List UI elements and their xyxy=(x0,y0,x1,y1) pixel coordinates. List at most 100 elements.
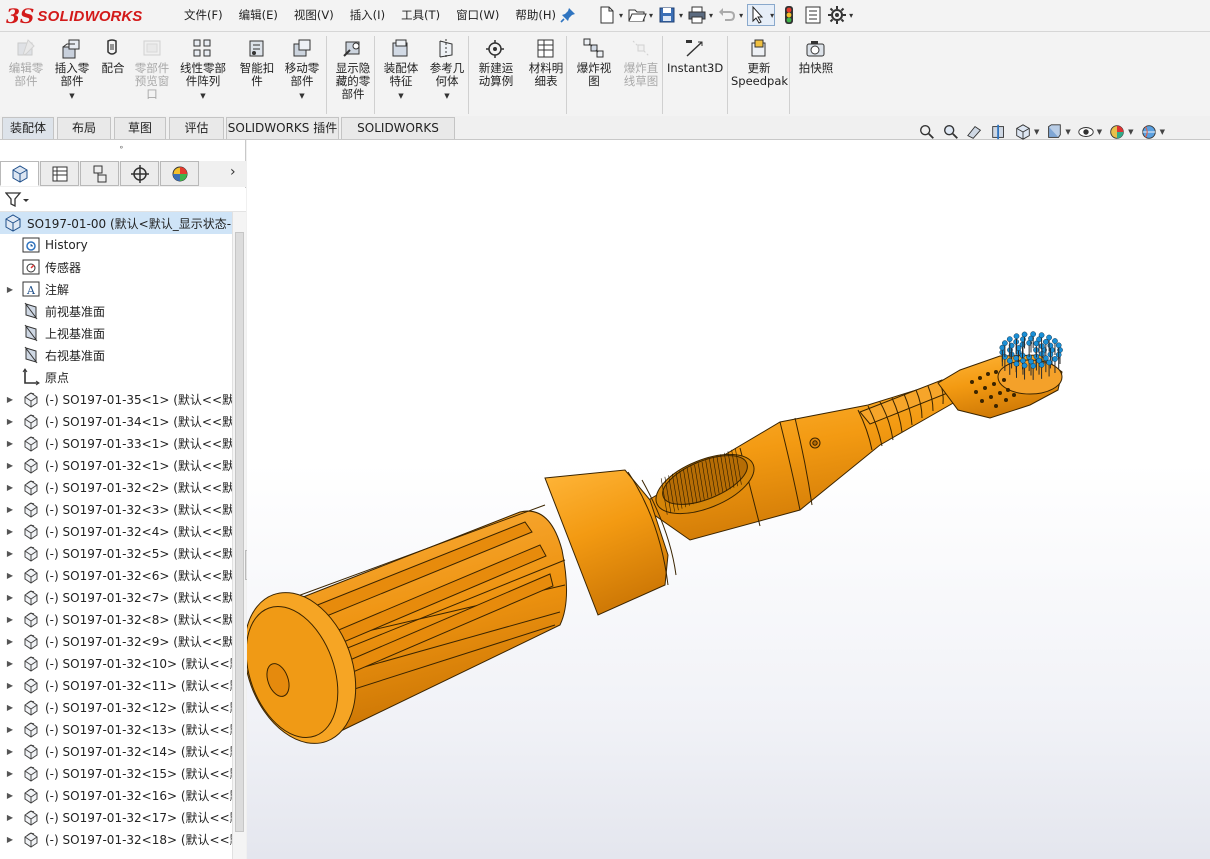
menu-6[interactable]: 帮助(H) xyxy=(507,7,564,23)
expand-arrow-icon[interactable]: ▶ xyxy=(4,505,16,514)
expand-arrow-icon[interactable]: ▶ xyxy=(4,813,16,822)
tree-item[interactable]: ▶ (-) SO197-01-33<1> (默认<<默认>_显示状态 1>) xyxy=(0,432,232,454)
zoom-to-area-icon[interactable] xyxy=(942,123,960,141)
expand-arrow-icon[interactable]: ▶ xyxy=(4,461,16,470)
expand-arrow-icon[interactable]: ▶ xyxy=(4,769,16,778)
tree-root-assembly[interactable]: SO197-01-00 (默认<默认_显示状态-1>) xyxy=(0,212,232,234)
tree-item[interactable]: ▶ (-) SO197-01-32<2> (默认<<默认>_显示状态 1>) xyxy=(0,476,232,498)
tree-item[interactable]: ▶ (-) SO197-01-32<17> (默认<<默认>_显示状态 1>) xyxy=(0,806,232,828)
ribbon-command-5[interactable]: 智能扣 件 xyxy=(233,34,281,88)
tree-item[interactable]: 上视基准面 xyxy=(0,322,232,344)
chevron-down-icon[interactable]: ▾ xyxy=(649,11,653,20)
rebuild-button[interactable] xyxy=(779,4,799,26)
select-button[interactable]: ▾ xyxy=(747,4,776,26)
expand-arrow-icon[interactable]: ▶ xyxy=(4,725,16,734)
chevron-down-icon[interactable]: ▼ xyxy=(1097,128,1102,136)
tab-0[interactable]: 装配体 xyxy=(2,117,54,139)
print-button[interactable]: ▾ xyxy=(687,4,713,26)
display-style-icon[interactable] xyxy=(1045,123,1063,141)
expand-arrow-icon[interactable]: ▶ xyxy=(4,285,16,294)
tree-item[interactable]: ▶ (-) SO197-01-32<10> (默认<<默认>_显示状态 1>) xyxy=(0,652,232,674)
expand-arrow-icon[interactable]: ▶ xyxy=(4,439,16,448)
previous-view-icon[interactable] xyxy=(966,123,984,141)
tree-item[interactable]: 前视基准面 xyxy=(0,300,232,322)
open-button[interactable]: ▾ xyxy=(627,4,653,26)
tree-item[interactable]: 原点 xyxy=(0,366,232,388)
chevron-down-icon[interactable]: ▼ xyxy=(1160,128,1165,136)
tree-item[interactable]: ▶ (-) SO197-01-32<3> (默认<<默认>_显示状态 1>) xyxy=(0,498,232,520)
tree-item[interactable]: ▶ (-) SO197-01-32<9> (默认<<默认>_显示状态 1>) xyxy=(0,630,232,652)
ribbon-command-6[interactable]: 移动零 部件 ▼ xyxy=(278,34,326,103)
ribbon-command-16[interactable]: 拍快照 xyxy=(792,34,840,75)
tab-2[interactable]: 草图 xyxy=(114,117,166,139)
chevron-down-icon[interactable]: ▼ xyxy=(1034,128,1039,136)
chevron-down-icon[interactable]: ▾ xyxy=(679,11,683,20)
expand-arrow-icon[interactable]: ▶ xyxy=(4,659,16,668)
expand-arrow-icon[interactable]: ▶ xyxy=(4,395,16,404)
expand-arrow-icon[interactable]: ▶ xyxy=(4,747,16,756)
tab-property-manager[interactable] xyxy=(40,161,79,186)
expand-arrow-icon[interactable]: ▶ xyxy=(4,791,16,800)
tree-item[interactable]: ▶ (-) SO197-01-32<16> (默认<<默认>_显示状态 1>) xyxy=(0,784,232,806)
tab-1[interactable]: 布局 xyxy=(57,117,111,139)
menu-5[interactable]: 窗口(W) xyxy=(448,7,507,23)
expand-arrow-icon[interactable]: ▶ xyxy=(4,615,16,624)
tab-feature-manager[interactable] xyxy=(0,161,39,186)
ribbon-command-3[interactable]: 零部件 预览窗 口 xyxy=(128,34,176,101)
edit-appearance-icon[interactable] xyxy=(1108,123,1126,141)
expand-arrow-icon[interactable]: ▶ xyxy=(4,681,16,690)
options-button[interactable]: ▾ xyxy=(827,4,853,26)
ribbon-command-11[interactable]: 材料明 细表 xyxy=(522,34,570,88)
chevron-down-icon[interactable]: ▾ xyxy=(770,11,774,20)
hide-show-items-icon[interactable] xyxy=(1077,123,1095,141)
undo-button[interactable]: ▾ xyxy=(717,4,743,26)
tree-item[interactable]: History xyxy=(0,234,232,256)
view-orientation-icon[interactable] xyxy=(1014,123,1032,141)
expand-arrow-icon[interactable]: ▶ xyxy=(4,527,16,536)
tree-item[interactable]: ▶ (-) SO197-01-32<13> (默认<<默认>_显示状态 1>) xyxy=(0,718,232,740)
ribbon-command-7[interactable]: 显示隐 藏的零 部件 xyxy=(329,34,377,101)
toothbrush-3d-model[interactable] xyxy=(247,140,1210,859)
expand-arrow-icon[interactable]: ▶ xyxy=(4,593,16,602)
section-view-icon[interactable] xyxy=(990,123,1008,141)
tab-3[interactable]: 评估 xyxy=(169,117,224,139)
ribbon-command-15[interactable]: 更新 Speedpak xyxy=(731,34,788,88)
chevron-down-icon[interactable]: ▾ xyxy=(739,11,743,20)
tab-4[interactable]: SOLIDWORKS 插件 xyxy=(226,117,339,139)
expand-arrow-icon[interactable]: ▶ xyxy=(4,483,16,492)
filter-icon[interactable] xyxy=(4,191,31,213)
pin-menu-icon[interactable] xyxy=(560,7,576,23)
zoom-to-fit-icon[interactable] xyxy=(918,123,936,141)
tab-configuration-manager[interactable] xyxy=(80,161,119,186)
ribbon-command-4[interactable]: 线性零部 件阵列 ▼ xyxy=(179,34,227,103)
save-button[interactable]: ▾ xyxy=(657,4,683,26)
tree-item[interactable]: ▶ (-) SO197-01-32<18> (默认<<默认>_显示状态 1>) xyxy=(0,828,232,850)
ribbon-command-13[interactable]: 爆炸直 线草图 xyxy=(617,34,665,88)
tree-item[interactable]: ▶ (-) SO197-01-35<1> (默认<<默认>_显示状态 1>) xyxy=(0,388,232,410)
tree-item[interactable]: 右视基准面 xyxy=(0,344,232,366)
ribbon-command-9[interactable]: 参考几 何体 ▼ xyxy=(423,34,471,103)
file-properties-button[interactable] xyxy=(803,4,823,26)
menu-1[interactable]: 编辑(E) xyxy=(231,7,286,23)
apply-scene-icon[interactable] xyxy=(1140,123,1158,141)
expand-arrow-icon[interactable]: ▶ xyxy=(4,417,16,426)
ribbon-command-14[interactable]: Instant3D xyxy=(667,34,723,75)
tab-display-manager[interactable] xyxy=(160,161,199,186)
expand-arrow-icon[interactable]: ▶ xyxy=(4,703,16,712)
tree-item[interactable]: ▶ (-) SO197-01-32<1> (默认<<默认>_显示状态 1>) xyxy=(0,454,232,476)
chevron-down-icon[interactable]: ▼ xyxy=(377,90,425,103)
chevron-down-icon[interactable]: ▼ xyxy=(48,90,96,103)
chevron-down-icon[interactable]: ▾ xyxy=(619,11,623,20)
expand-arrow-icon[interactable]: ▶ xyxy=(4,549,16,558)
chevron-down-icon[interactable]: ▾ xyxy=(709,11,713,20)
expand-arrow-icon[interactable]: ▶ xyxy=(4,835,16,844)
chevron-right-icon[interactable]: › xyxy=(230,164,236,180)
ribbon-command-8[interactable]: 装配体 特征 ▼ xyxy=(377,34,425,103)
tree-item[interactable]: ▶ (-) SO197-01-32<12> (默认<<默认>_显示状态 1>) xyxy=(0,696,232,718)
chevron-down-icon[interactable]: ▼ xyxy=(179,90,227,103)
ribbon-command-0[interactable]: 编辑零 部件 xyxy=(2,34,50,88)
tree-item[interactable]: ▶ A 注解 xyxy=(0,278,232,300)
tree-scrollbar-thumb[interactable] xyxy=(235,232,244,832)
tab-dimxpert-manager[interactable] xyxy=(120,161,159,186)
menu-4[interactable]: 工具(T) xyxy=(393,7,448,23)
